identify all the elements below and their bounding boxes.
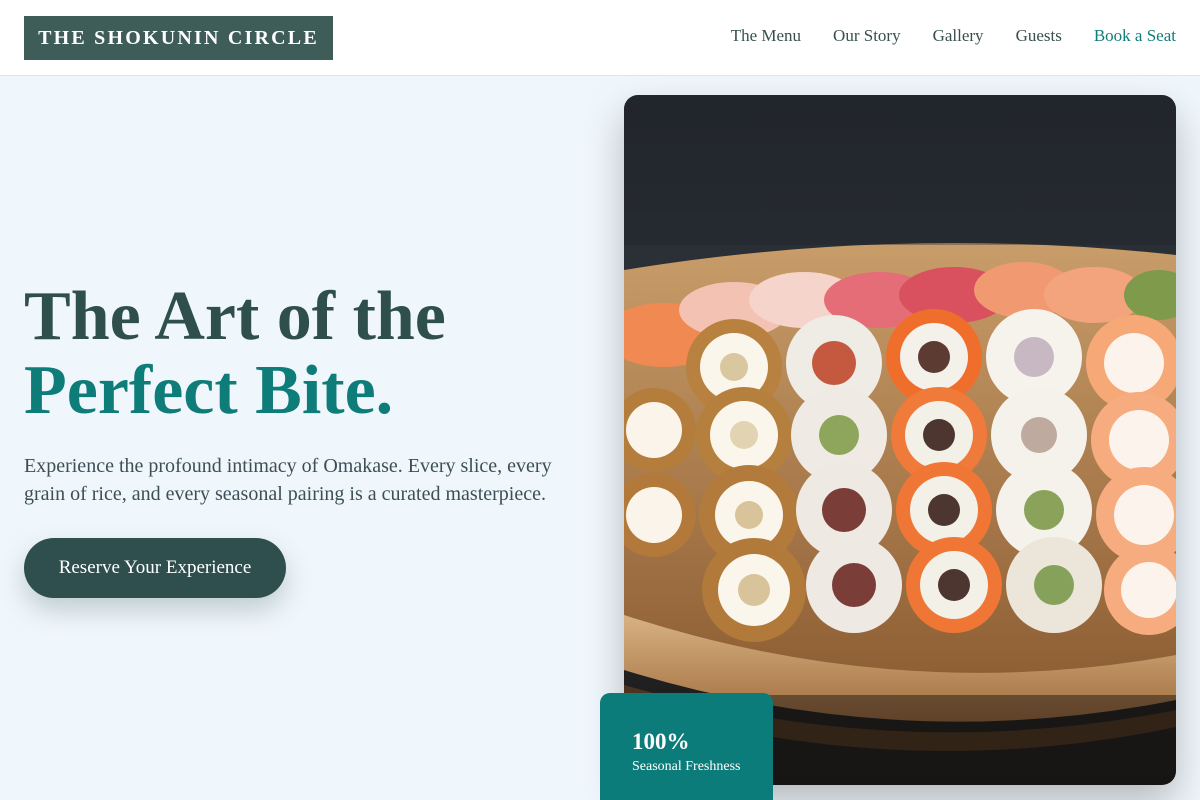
sushi-platter-illustration [624,95,1176,785]
stat-label: Seasonal Freshness [632,759,741,774]
stat-value: 100% [632,729,690,754]
reserve-experience-button[interactable]: Reserve Your Experience [24,538,286,598]
hero-title: The Art of the Perfect Bite. [24,280,446,428]
nav-link-guests[interactable]: Guests [1016,26,1062,46]
nav-link-gallery[interactable]: Gallery [933,26,984,46]
nav-link-menu[interactable]: The Menu [731,26,801,46]
site-header: THE SHOKUNIN CIRCLE The Menu Our Story G… [0,0,1200,76]
hero-title-line-2: Perfect Bite. [24,352,394,429]
brand-logo[interactable]: THE SHOKUNIN CIRCLE [24,16,333,60]
nav-link-our-story[interactable]: Our Story [833,26,901,46]
hero-description: Experience the profound intimacy of Omak… [24,455,552,505]
freshness-stat-badge: 100% Seasonal Freshness [600,693,773,800]
hero-title-line-1: The Art of the [24,278,446,355]
nav-link-book-a-seat[interactable]: Book a Seat [1094,26,1176,46]
main-nav: The Menu Our Story Gallery Guests Book a… [731,26,1176,46]
sushi-platter-image [624,95,1176,785]
